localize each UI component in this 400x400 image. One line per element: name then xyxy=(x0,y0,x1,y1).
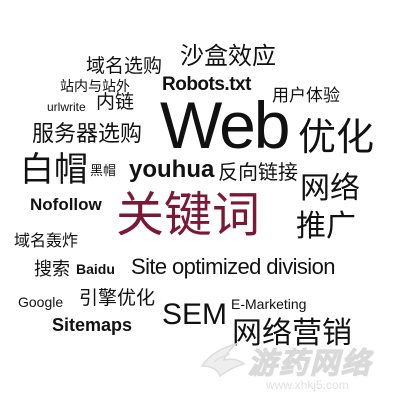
word-shahexiaoying: 沙盒效应 xyxy=(180,42,276,70)
word-fuwuqi-xuangou: 服务器选购 xyxy=(32,122,143,147)
word-heimao: 黑帽 xyxy=(90,164,117,179)
word-google: Google xyxy=(18,294,64,310)
word-web: Web xyxy=(160,88,291,162)
word-sitemaps: Sitemaps xyxy=(52,315,133,335)
word-yumingxuangou: 域名选购 xyxy=(86,55,163,77)
word-e-marketing: E-Marketing xyxy=(231,296,307,312)
seo-word-cloud: 域名选购 沙盒效应 站内与站外 Robots.txt urlwrite 内链 用… xyxy=(0,0,400,400)
word-sousuo: 搜索 xyxy=(34,259,70,280)
word-wangluo: 网络 xyxy=(300,171,360,206)
watermark-url: www.xhkj5.com xyxy=(266,378,349,392)
word-guanjianci: 关键词 xyxy=(116,187,261,243)
word-youhua-pinyin: youhua xyxy=(129,156,215,183)
word-yumingbaozha: 域名轰炸 xyxy=(14,231,79,250)
word-fanxiang-lianjie: 反向链接 xyxy=(218,160,298,184)
word-yinqing-youhua: 引擎优化 xyxy=(79,287,156,309)
word-baimao: 白帽 xyxy=(20,150,88,190)
word-neilian: 内链 xyxy=(96,91,135,113)
word-youhua-cn: 优化 xyxy=(298,115,375,159)
word-sem: SEM xyxy=(162,298,228,331)
word-tuiguang: 推广 xyxy=(296,209,356,244)
word-urlwrite: urlwrite xyxy=(47,100,86,114)
word-wangluo-yingxiao: 网络营销 xyxy=(232,316,352,351)
word-site-optimized-division: Site optimized division xyxy=(131,254,335,279)
word-nofollow: Nofollow xyxy=(30,195,102,214)
word-baidu: Baidu xyxy=(76,261,115,277)
